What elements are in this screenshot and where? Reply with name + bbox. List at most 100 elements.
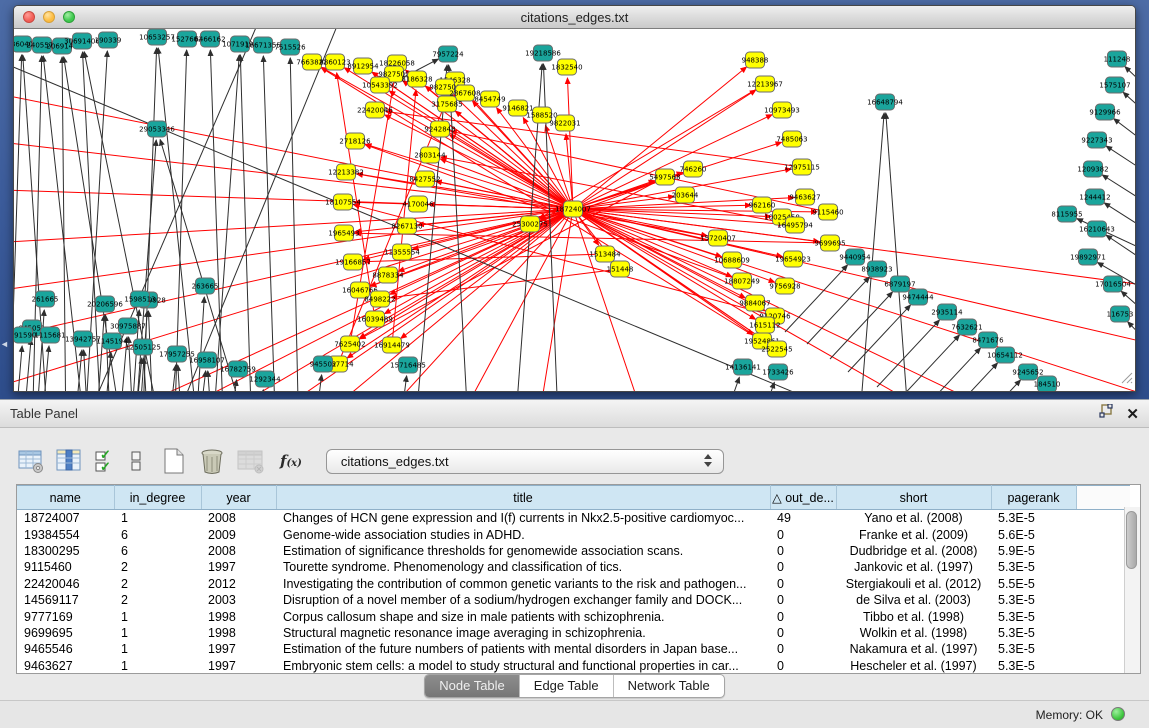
graph-node[interactable]: 14136141	[725, 359, 761, 375]
graph-node[interactable]: 16914479	[374, 337, 410, 353]
table-cell[interactable]: de Silva et al. (2003)	[836, 592, 991, 608]
table-cell[interactable]: 1	[114, 625, 201, 641]
column-header-title[interactable]: title	[276, 486, 770, 510]
table-cell[interactable]: Embryonic stem cells: a model to study s…	[276, 658, 770, 674]
select-rows-icon[interactable]: ✓ ✓	[93, 448, 117, 475]
graph-node[interactable]: 8912954	[347, 58, 379, 74]
graph-node[interactable]: 10653257	[139, 29, 175, 45]
column-header-short[interactable]: short	[836, 486, 991, 510]
graph-node[interactable]: 8186328	[401, 71, 432, 87]
table-cell[interactable]: 1998	[201, 625, 276, 641]
graph-node[interactable]: 9227343	[1081, 132, 1112, 148]
table-cell[interactable]: Genome-wide association studies in ADHD.	[276, 526, 770, 542]
graph-node[interactable]: 9129966	[1089, 104, 1121, 120]
graph-node[interactable]: 962160	[749, 197, 776, 213]
table-cell[interactable]: 5.3E-5	[991, 641, 1076, 657]
graph-node[interactable]: 19654923	[775, 251, 811, 267]
table-cell[interactable]: 2	[114, 576, 201, 592]
graph-node[interactable]: 7485063	[776, 131, 807, 147]
table-cell[interactable]: Corpus callosum shape and size in male p…	[276, 608, 770, 624]
table-cell[interactable]: 1997	[201, 658, 276, 674]
table-cell[interactable]: Hescheler et al. (1997)	[836, 658, 991, 674]
table-cell[interactable]: 2	[114, 592, 201, 608]
table-cell[interactable]: 0	[770, 658, 836, 674]
table-cell[interactable]: 0	[770, 526, 836, 542]
table-cell[interactable]: 9465546	[17, 641, 114, 657]
graph-node[interactable]: 16648794	[867, 94, 903, 110]
table-cell[interactable]: Investigating the contribution of common…	[276, 576, 770, 592]
tab-edge-table[interactable]: Edge Table	[520, 675, 614, 697]
graph-node[interactable]: 2935114	[931, 304, 963, 320]
table-row[interactable]: 1938455462009Genome-wide association stu…	[17, 526, 1130, 542]
table-cell[interactable]: 2	[114, 559, 201, 575]
table-row[interactable]: 1872400712008Changes of HCN gene express…	[17, 510, 1130, 527]
table-cell[interactable]: 6	[114, 526, 201, 542]
table-cell[interactable]: 0	[770, 625, 836, 641]
table-cell[interactable]: Structural magnetic resonance image aver…	[276, 625, 770, 641]
table-cell[interactable]: Nakamura et al. (1997)	[836, 641, 991, 657]
column-selector-icon[interactable]	[56, 448, 82, 474]
vertical-scrollbar[interactable]	[1124, 507, 1140, 673]
table-cell[interactable]: 2012	[201, 576, 276, 592]
table-cell[interactable]: Wolkin et al. (1998)	[836, 625, 991, 641]
table-cell[interactable]: Tourette syndrome. Phenomenology and cla…	[276, 559, 770, 575]
table-row[interactable]: 911546021997Tourette syndrome. Phenomeno…	[17, 559, 1130, 575]
table-cell[interactable]: 9699695	[17, 625, 114, 641]
table-cell[interactable]: 1	[114, 641, 201, 657]
table-row[interactable]: 2242004622012Investigating the contribut…	[17, 576, 1130, 592]
graph-node[interactable]: 19892971	[1070, 249, 1106, 265]
table-cell[interactable]: 0	[770, 543, 836, 559]
graph-node[interactable]: 8938923	[861, 261, 892, 277]
graph-node[interactable]: 9463627	[789, 189, 820, 205]
column-header-name[interactable]: name	[17, 486, 114, 510]
table-cell[interactable]: Changes of HCN gene expression and I(f) …	[276, 510, 770, 527]
scrollbar-thumb[interactable]	[1126, 511, 1137, 569]
graph-node[interactable]: 184510	[1034, 376, 1061, 391]
table-cell[interactable]: 18300295	[17, 543, 114, 559]
graph-node[interactable]: 1209382	[1077, 161, 1108, 177]
table-cell[interactable]: Stergiakouli et al. (2012)	[836, 576, 991, 592]
table-cell[interactable]: 1997	[201, 559, 276, 575]
graph-node[interactable]: 13942757	[65, 331, 101, 347]
graph-node[interactable]: 7632621	[951, 319, 982, 335]
create-table-icon[interactable]	[161, 447, 187, 475]
graph-node[interactable]: 10688609	[714, 252, 750, 268]
table-row[interactable]: 1456911722003Disruption of a novel membe…	[17, 592, 1130, 608]
graph-node[interactable]: 1965493	[328, 225, 359, 241]
graph-node[interactable]: 203644	[672, 187, 699, 203]
table-cell[interactable]: 6	[114, 543, 201, 559]
graph-node[interactable]: 12975115	[784, 159, 820, 175]
graph-node[interactable]: 9822031	[549, 115, 580, 131]
table-cell[interactable]: 5.3E-5	[991, 510, 1076, 527]
graph-node[interactable]: 15720407	[700, 230, 736, 246]
column-header-out_de[interactable]: △ out_de...	[770, 486, 836, 510]
table-cell[interactable]: 19384554	[17, 526, 114, 542]
table-cell[interactable]: Franke et al. (2009)	[836, 526, 991, 542]
table-cell[interactable]: 0	[770, 559, 836, 575]
panel-collapse-arrow-icon[interactable]: ◄	[0, 340, 9, 349]
table-cell[interactable]: Dudbridge et al. (2008)	[836, 543, 991, 559]
graph-node[interactable]: 10654112	[987, 347, 1023, 363]
table-cell[interactable]: 18724007	[17, 510, 114, 527]
close-window-button[interactable]	[23, 11, 35, 23]
table-cell[interactable]: 5.3E-5	[991, 658, 1076, 674]
window-titlebar[interactable]: citations_edges.txt	[14, 6, 1135, 29]
graph-node[interactable]: 16958107	[189, 352, 225, 368]
network-graph-svg[interactable]: 1872400776638228860123891295418226058982…	[14, 29, 1135, 391]
node-table[interactable]: namein_degreeyeartitle△ out_de...shortpa…	[17, 485, 1130, 674]
network-view-window[interactable]: citations_edges.txt 18724007766382288601…	[13, 5, 1136, 392]
table-cell[interactable]: 0	[770, 576, 836, 592]
table-cell[interactable]: Tibbo et al. (1998)	[836, 608, 991, 624]
table-cell[interactable]: 1998	[201, 608, 276, 624]
graph-node[interactable]: 1292344	[249, 371, 281, 387]
graph-node[interactable]: 1733426	[762, 364, 794, 380]
table-cell[interactable]: 5.3E-5	[991, 625, 1076, 641]
graph-node[interactable]: 190339	[95, 32, 122, 48]
graph-node[interactable]: 7515526	[274, 39, 306, 55]
graph-node[interactable]: 261665	[32, 291, 59, 307]
table-cell[interactable]: 9115460	[17, 559, 114, 575]
graph-node[interactable]: 9115460	[812, 204, 843, 220]
table-cell[interactable]: 49	[770, 510, 836, 527]
minimize-window-button[interactable]	[43, 11, 55, 23]
graph-node[interactable]: 12213967	[747, 76, 783, 92]
